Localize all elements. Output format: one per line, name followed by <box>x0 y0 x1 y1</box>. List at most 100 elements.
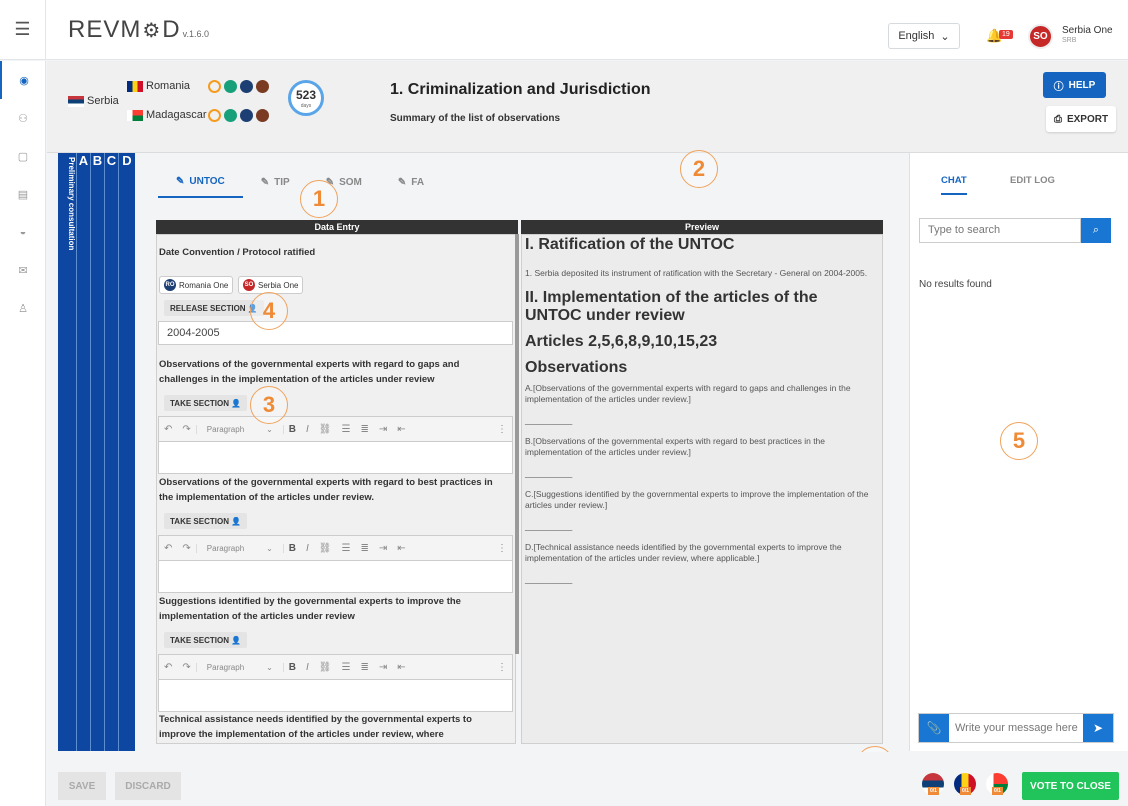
status-icon <box>224 109 237 122</box>
tab-untoc[interactable]: ✎ UNTOC <box>158 166 243 198</box>
section-b[interactable]: B <box>90 153 104 751</box>
bullet-list-icon[interactable]: ☰ <box>337 424 356 435</box>
folders-icon[interactable]: ▤ <box>0 175 46 213</box>
numbered-list-icon[interactable]: ≣ <box>355 662 373 673</box>
send-button[interactable]: ➤ <box>1083 714 1113 742</box>
paragraph-select[interactable]: Paragraph ⌄ <box>195 543 284 553</box>
scrollbar[interactable] <box>515 234 519 654</box>
release-section-button[interactable]: RELEASE SECTION 👤 <box>164 300 264 316</box>
italic-icon[interactable]: I <box>301 543 314 554</box>
mail-icon[interactable]: ✉ <box>0 251 46 289</box>
redo-icon[interactable]: ↷ <box>177 543 195 554</box>
save-button[interactable]: SAVE <box>58 772 106 800</box>
status-icon <box>256 109 269 122</box>
take-section-button[interactable]: TAKE SECTION 👤 <box>164 395 247 411</box>
tab-fa[interactable]: ✎ FA <box>380 166 442 198</box>
attach-button[interactable]: 📎 <box>919 714 949 742</box>
link-icon[interactable]: ⛓ <box>314 424 337 435</box>
suggestions-editor[interactable] <box>158 680 513 712</box>
take-section-button[interactable]: TAKE SECTION 👤 <box>164 513 247 529</box>
side-nav: ◉ ⚇ ▢ ▤ ◒ ✉ ♙ <box>0 61 46 806</box>
chevron-down-icon: ⌄ <box>266 662 273 672</box>
section-a[interactable]: A <box>76 153 90 751</box>
user-icon[interactable]: ♙ <box>0 289 46 327</box>
preview-ratification-text: 1. Serbia deposited its instrument of ra… <box>525 268 868 278</box>
link-icon[interactable]: ⛓ <box>314 662 337 673</box>
empty-state: No results found <box>919 279 992 290</box>
app-logo: REVM ⚙ Dv.1.6.0 <box>68 15 209 43</box>
preview-separator: __________ <box>525 415 573 425</box>
print-icon: ⎙ <box>1053 113 1062 125</box>
section-preliminary[interactable]: Preliminary consultation <box>58 153 76 751</box>
bold-icon[interactable]: B <box>284 424 301 435</box>
chat-search-input[interactable]: Type to search <box>919 218 1081 243</box>
search-button[interactable]: ⌕ <box>1081 218 1111 243</box>
best-practices-editor[interactable] <box>158 561 513 593</box>
question-technical-assistance: Technical assistance needs identified by… <box>159 714 472 740</box>
bold-icon[interactable]: B <box>284 662 301 673</box>
take-section-button[interactable]: TAKE SECTION 👤 <box>164 632 247 648</box>
indent-icon[interactable]: ⇥ <box>374 662 392 673</box>
undo-icon[interactable]: ↶ <box>159 543 177 554</box>
outdent-icon[interactable]: ⇤ <box>392 543 410 554</box>
more-icon[interactable]: ⋮ <box>492 543 512 554</box>
pencil-icon: ✎ <box>397 176 407 188</box>
discard-button[interactable]: DISCARD <box>115 772 181 800</box>
tab-tip[interactable]: ✎ TIP <box>243 166 308 198</box>
status-icon <box>240 109 253 122</box>
preview-separator: __________ <box>525 574 573 584</box>
redo-icon[interactable]: ↷ <box>177 662 195 673</box>
menu-icon[interactable]: ☰ <box>0 0 46 60</box>
tab-edit-log[interactable]: EDIT LOG <box>1010 175 1055 195</box>
bullet-list-icon[interactable]: ☰ <box>337 662 356 673</box>
language-select[interactable]: English ⌄ <box>888 23 960 49</box>
tab-chat[interactable]: CHAT <box>941 175 967 195</box>
inbox-icon[interactable]: ◒ <box>0 213 46 251</box>
indent-icon[interactable]: ⇥ <box>374 424 392 435</box>
indent-icon[interactable]: ⇥ <box>374 543 392 554</box>
section-c[interactable]: C <box>104 153 118 751</box>
outdent-icon[interactable]: ⇤ <box>392 662 410 673</box>
preview-heading-articles: Articles 2,5,6,8,9,10,15,23 <box>525 333 718 350</box>
editor-toolbar: ↶ ↷ Paragraph ⌄ B I ⛓ ☰ ≣ ⇥ ⇤ ⋮ <box>158 416 513 442</box>
eye-icon[interactable]: ◉ <box>0 61 46 99</box>
vote-to-close-button[interactable]: VOTE TO CLOSE <box>1022 772 1119 800</box>
paragraph-select[interactable]: Paragraph ⌄ <box>195 424 284 434</box>
user-chip-romania[interactable]: RO Romania One <box>159 276 234 294</box>
user-info[interactable]: Serbia One SRB <box>1062 26 1113 46</box>
days-counter: 523 days <box>288 80 324 116</box>
numbered-list-icon[interactable]: ≣ <box>355 424 373 435</box>
ratification-date-input[interactable]: 2004-2005 <box>158 321 513 345</box>
page-subtitle: Summary of the list of observations <box>390 113 561 124</box>
more-icon[interactable]: ⋮ <box>492 662 512 673</box>
bullet-list-icon[interactable]: ☰ <box>337 543 356 554</box>
document-icon[interactable]: ▢ <box>0 137 46 175</box>
search-icon: ⌕ <box>1092 224 1100 236</box>
undo-icon[interactable]: ↶ <box>159 424 177 435</box>
question-suggestions: Suggestions identified by the government… <box>159 596 461 622</box>
paragraph-select[interactable]: Paragraph ⌄ <box>195 662 284 672</box>
help-button[interactable]: ⓘ HELP <box>1043 72 1106 98</box>
more-icon[interactable]: ⋮ <box>492 424 512 435</box>
gaps-editor[interactable] <box>158 442 513 474</box>
callout-5: 5 <box>1000 422 1038 460</box>
italic-icon[interactable]: I <box>301 424 314 435</box>
preview-observation-b: B.[Observations of the governmental expe… <box>525 436 826 457</box>
vote-flag-romania: 0/1 <box>954 773 976 795</box>
pencil-icon: ✎ <box>176 175 185 187</box>
bold-icon[interactable]: B <box>284 543 301 554</box>
outdent-icon[interactable]: ⇤ <box>392 424 410 435</box>
users-icon[interactable]: ⚇ <box>0 99 46 137</box>
flag-serbia <box>68 95 84 107</box>
section-d[interactable]: D <box>118 153 135 751</box>
callout-1: 1 <box>300 180 338 218</box>
user-add-icon: 👤 <box>230 635 241 645</box>
export-button[interactable]: ⎙ EXPORT <box>1046 106 1116 132</box>
undo-icon[interactable]: ↶ <box>159 662 177 673</box>
italic-icon[interactable]: I <box>301 662 314 673</box>
avatar[interactable]: SO <box>1028 24 1053 49</box>
redo-icon[interactable]: ↷ <box>177 424 195 435</box>
link-icon[interactable]: ⛓ <box>314 543 337 554</box>
message-input[interactable]: Write your message here <box>949 714 1083 742</box>
numbered-list-icon[interactable]: ≣ <box>355 543 373 554</box>
